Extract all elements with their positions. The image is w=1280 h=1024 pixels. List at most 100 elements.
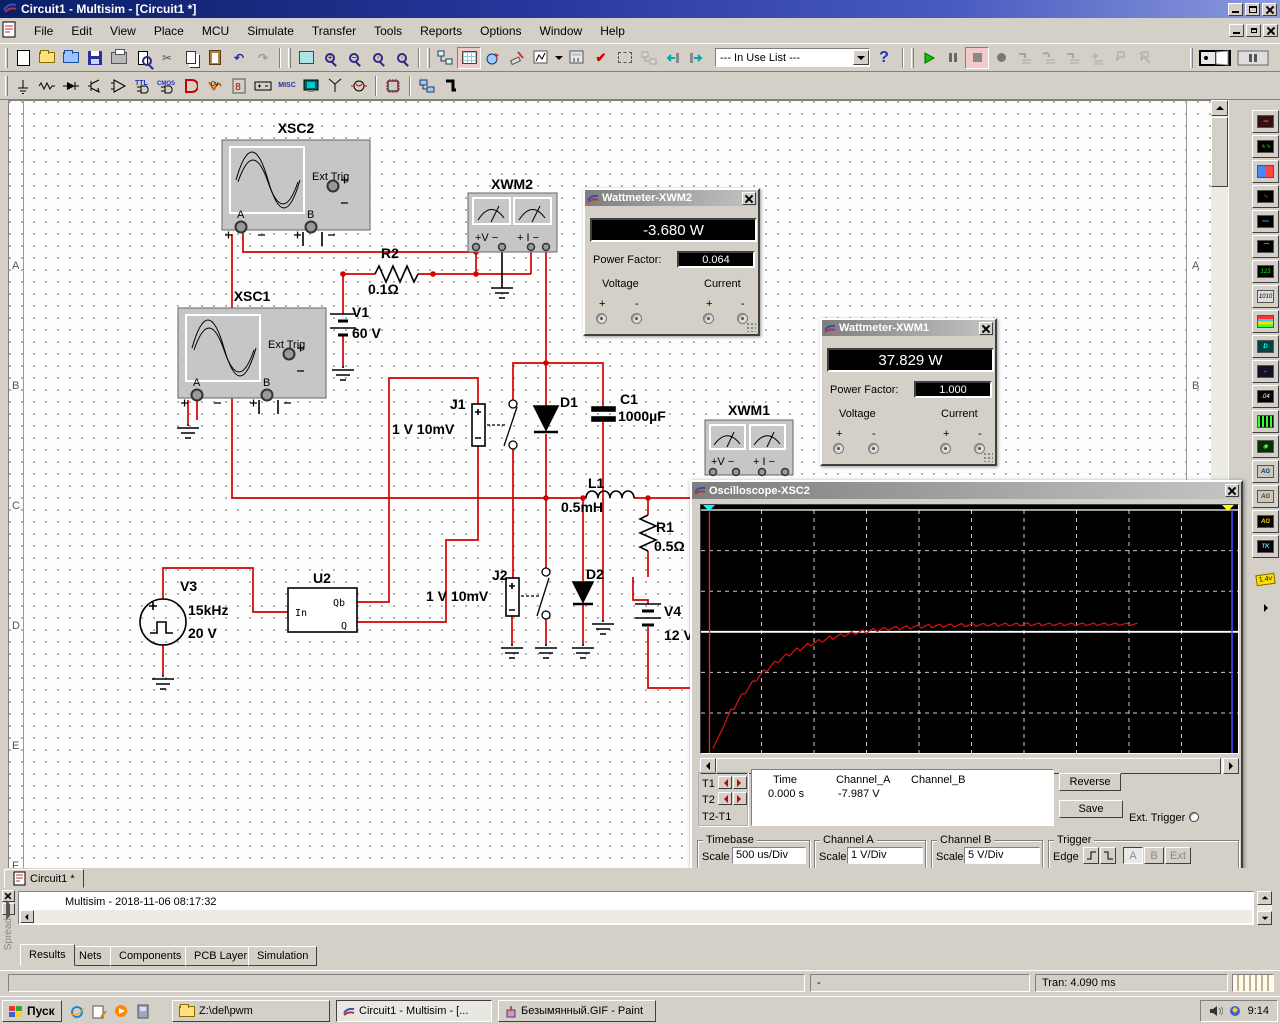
voltage-minus-terminal[interactable] <box>631 313 642 324</box>
menu-tools[interactable]: Tools <box>365 20 411 42</box>
current-plus-terminal[interactable] <box>703 313 714 324</box>
wattmeter-xwm1-titlebar[interactable]: Wattmeter-XWM1 <box>822 320 995 336</box>
desktop-icon[interactable] <box>90 1002 108 1020</box>
back-annotate-icon[interactable] <box>661 47 685 69</box>
results-panel[interactable]: Multisim - 2018-11-06 08:17:32 <box>18 891 1254 925</box>
volume-icon[interactable] <box>1209 1005 1223 1017</box>
tab-nets[interactable]: Nets <box>70 946 111 966</box>
resize-grip[interactable] <box>983 452 993 462</box>
network-analyzer-icon[interactable]: ◉ <box>1252 435 1279 458</box>
place-rf-icon[interactable] <box>323 75 347 97</box>
menu-transfer[interactable]: Transfer <box>303 20 365 42</box>
media-player-icon[interactable] <box>112 1002 130 1020</box>
pause-sim-icon[interactable] <box>1234 47 1272 69</box>
voltage-plus-terminal[interactable] <box>596 313 607 324</box>
erc-check-icon[interactable]: ✔ <box>589 47 613 69</box>
place-diode-icon[interactable] <box>59 75 83 97</box>
t2-left-icon[interactable] <box>718 792 732 805</box>
trigger-a-button[interactable]: A <box>1123 847 1143 864</box>
voltage-minus-terminal[interactable] <box>868 443 879 454</box>
open-icon[interactable] <box>35 47 59 69</box>
agilent-multimeter-icon[interactable]: AG <box>1252 485 1279 508</box>
scroll-up-icon[interactable] <box>1257 891 1272 905</box>
close-icon[interactable] <box>742 192 756 205</box>
scroll-left-icon[interactable] <box>20 910 34 923</box>
run-to-cursor-icon[interactable] <box>1085 47 1109 69</box>
full-screen-icon[interactable] <box>294 47 318 69</box>
menu-reports[interactable]: Reports <box>411 20 471 42</box>
step-into-icon[interactable] <box>1013 47 1037 69</box>
multimeter-icon[interactable]: ⎓ <box>1252 110 1279 133</box>
rising-edge-icon[interactable] <box>1083 847 1099 864</box>
t2-right-icon[interactable] <box>733 792 747 805</box>
zoom-area-icon[interactable]: ▫ <box>366 47 390 69</box>
remove-breakpoint-icon[interactable] <box>1133 47 1157 69</box>
place-bus-icon[interactable] <box>439 75 463 97</box>
save-button[interactable]: Save <box>1059 800 1123 818</box>
tab-components[interactable]: Components <box>110 946 190 966</box>
update-icon[interactable] <box>1229 1005 1242 1018</box>
logic-converter-icon[interactable]: D <box>1252 335 1279 358</box>
redo-icon[interactable]: ↷ <box>251 47 275 69</box>
print-icon[interactable] <box>107 47 131 69</box>
stop-icon[interactable] <box>965 47 989 69</box>
wattmeter-xwm2-titlebar[interactable]: Wattmeter-XWM2 <box>585 190 758 206</box>
wattmeter-icon[interactable] <box>1252 160 1279 183</box>
cursor1-marker-icon[interactable] <box>703 505 715 517</box>
step-over-icon[interactable] <box>1037 47 1061 69</box>
hierarchy-icon[interactable] <box>433 47 457 69</box>
scrollbar-thumb[interactable] <box>1211 117 1228 187</box>
place-misc-digital-icon[interactable] <box>179 75 203 97</box>
menu-mcu[interactable]: MCU <box>193 20 238 42</box>
title-bar[interactable]: Circuit1 - Multisim - [Circuit1 *] <box>0 0 1280 18</box>
copy-icon[interactable] <box>179 47 203 69</box>
distortion-analyzer-icon[interactable]: .04 <box>1252 385 1279 408</box>
ext-trigger-radio[interactable] <box>1189 812 1199 822</box>
falling-edge-icon[interactable] <box>1100 847 1116 864</box>
iv-analyzer-icon[interactable]: ⌐ <box>1252 360 1279 383</box>
tab-circuit1[interactable]: Circuit1 * <box>4 869 84 888</box>
step-out-icon[interactable] <box>1061 47 1085 69</box>
four-channel-scope-icon[interactable]: ≈≈ <box>1252 210 1279 233</box>
place-power-icon[interactable] <box>251 75 275 97</box>
device-icon[interactable] <box>134 1002 152 1020</box>
oscilloscope-xsc1-component[interactable] <box>178 308 326 407</box>
place-ttl-icon[interactable]: TTL <box>131 75 155 97</box>
channel-b-scale-field[interactable]: 5 V/Div <box>964 847 1040 864</box>
record-icon[interactable] <box>989 47 1013 69</box>
oscilloscope-xsc2-component[interactable] <box>222 140 370 239</box>
capture-area-icon[interactable] <box>613 47 637 69</box>
cut-icon[interactable]: ✂ <box>155 47 179 69</box>
measurement-probe-icon[interactable]: 1.4v <box>1252 568 1279 591</box>
place-cmos-icon[interactable]: CMOS <box>155 75 179 97</box>
hierarchy2-icon[interactable] <box>637 47 661 69</box>
ie-icon[interactable] <box>68 1002 86 1020</box>
scope-graph[interactable] <box>700 504 1239 754</box>
in-use-list-combo[interactable]: --- In Use List --- <box>715 48 870 67</box>
menu-window[interactable]: Window <box>531 20 592 42</box>
word-generator-icon[interactable]: 1010 <box>1252 285 1279 308</box>
place-misc-icon[interactable]: MISC <box>275 75 299 97</box>
channel-a-scale-field[interactable]: 1 V/Div <box>847 847 923 864</box>
close-icon[interactable] <box>1225 484 1239 497</box>
zoom-out-icon[interactable]: − <box>342 47 366 69</box>
print-preview-icon[interactable] <box>131 47 155 69</box>
bode-plotter-icon[interactable]: ⌒ <box>1252 235 1279 258</box>
menu-simulate[interactable]: Simulate <box>238 20 303 42</box>
scroll-down-icon[interactable] <box>1257 911 1272 925</box>
tab-results[interactable]: Results <box>20 944 75 966</box>
results-hscrollbar[interactable] <box>20 910 1252 923</box>
zoom-in-icon[interactable]: + <box>318 47 342 69</box>
open-sample-icon[interactable] <box>59 47 83 69</box>
save-icon[interactable] <box>83 47 107 69</box>
menu-place[interactable]: Place <box>145 20 193 42</box>
timebase-scale-field[interactable]: 500 us/Div <box>732 847 806 864</box>
close-icon[interactable] <box>979 322 993 335</box>
wattmeter-xwm2-dialog[interactable]: Wattmeter-XWM2 -3.680 W Power Factor: 0.… <box>583 188 760 336</box>
component-wizard-icon[interactable] <box>505 47 529 69</box>
t1-right-icon[interactable] <box>733 776 747 789</box>
current-plus-terminal[interactable] <box>940 443 951 454</box>
child-restore-button[interactable] <box>1246 24 1261 37</box>
expand-spreadsheet-icon[interactable] <box>2 903 15 915</box>
place-peripheral-icon[interactable] <box>299 75 323 97</box>
